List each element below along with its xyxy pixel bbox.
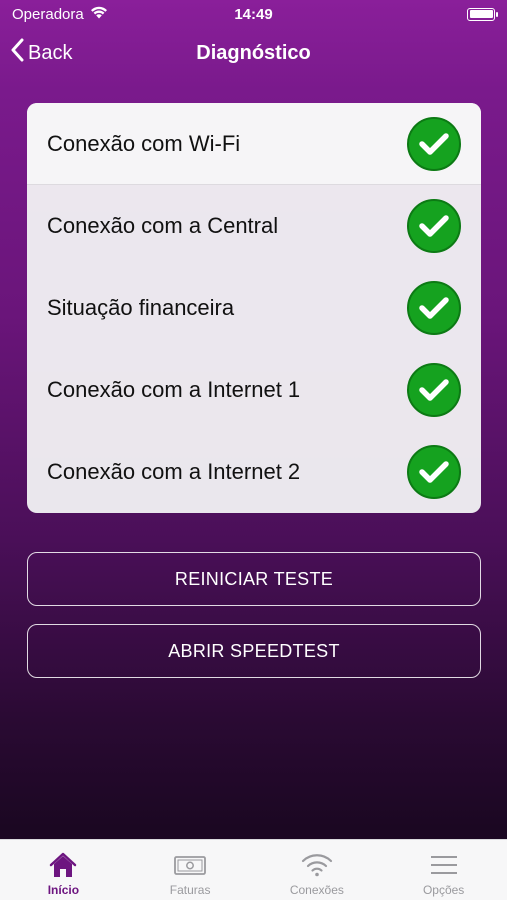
- status-left: Operadora: [12, 6, 108, 23]
- diagnostic-card: Conexão com Wi-Fi Conexão com a Central …: [27, 103, 481, 513]
- carrier-name: Operadora: [12, 5, 84, 23]
- check-success-icon: [407, 116, 461, 171]
- check-success-icon: [407, 445, 461, 499]
- check-row-financial: Situação financeira: [27, 267, 481, 349]
- back-button[interactable]: Back: [10, 38, 72, 68]
- check-label: Conexão com a Internet 2: [47, 459, 301, 484]
- tab-label: Conexões: [289, 883, 344, 897]
- check-success-icon: [407, 281, 461, 335]
- menu-icon: [429, 849, 459, 881]
- check-success-icon: [407, 199, 461, 253]
- battery-icon: [467, 7, 498, 21]
- check-label: Situação financeira: [47, 295, 235, 320]
- open-speedtest-button[interactable]: ABRIR SPEEDTEST: [27, 624, 481, 678]
- chevron-left-icon: [10, 38, 24, 68]
- check-row-wifi: Conexão com Wi-Fi: [27, 103, 481, 185]
- check-row-internet-1: Conexão com a Internet 1: [27, 349, 481, 431]
- tab-inicio[interactable]: Início: [0, 840, 126, 897]
- navigation-bar: Back Diagnóstico: [0, 28, 507, 78]
- check-label: Conexão com a Internet 1: [47, 377, 301, 402]
- check-label: Conexão com Wi-Fi: [47, 130, 241, 156]
- restart-test-button[interactable]: REINICIAR TESTE: [27, 552, 481, 606]
- tab-label: Faturas: [169, 883, 211, 897]
- check-success-icon: [407, 363, 461, 417]
- back-label: Back: [28, 41, 73, 64]
- home-icon: [49, 849, 77, 881]
- tab-bar: Início Faturas Conexões Opções: [0, 839, 507, 900]
- check-row-internet-2: Conexão com a Internet 2: [27, 431, 481, 513]
- check-row-central: Conexão com a Central: [27, 185, 481, 267]
- wifi-icon: [300, 849, 334, 881]
- page-title: Diagnóstico: [196, 41, 311, 64]
- check-label: Conexão com a Central: [47, 213, 279, 238]
- tab-label: Opções: [422, 883, 465, 897]
- tab-faturas[interactable]: Faturas: [127, 840, 253, 897]
- tab-conexoes[interactable]: Conexões: [254, 840, 380, 897]
- tab-opcoes[interactable]: Opções: [381, 840, 507, 897]
- tab-label: Início: [47, 883, 80, 897]
- bill-icon: [173, 849, 207, 881]
- status-bar: Operadora 14:49: [0, 0, 507, 28]
- wifi-signal-icon: [90, 6, 108, 23]
